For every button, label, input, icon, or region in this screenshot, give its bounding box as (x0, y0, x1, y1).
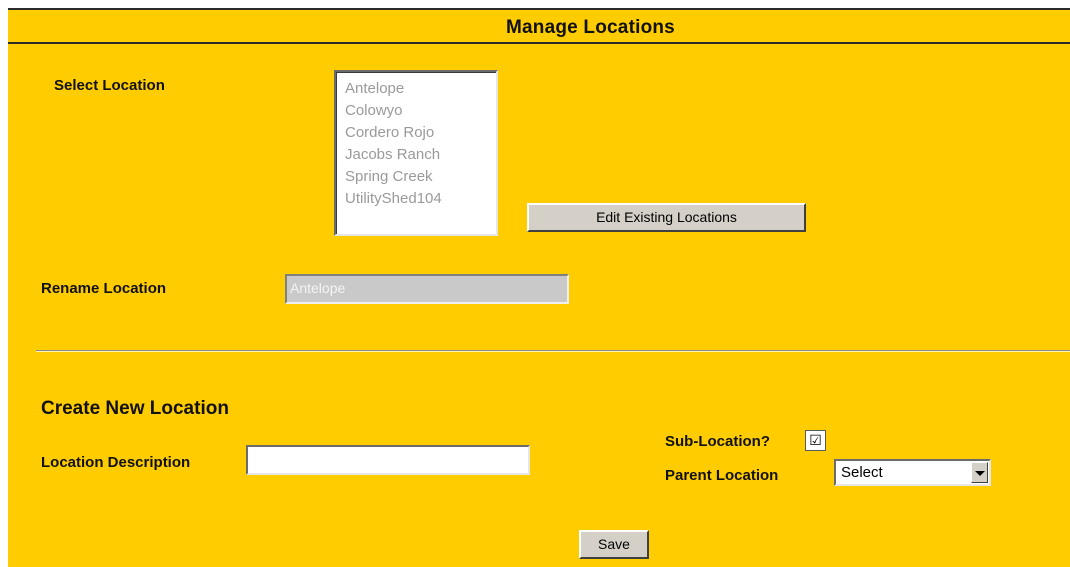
page-title: Manage Locations (506, 17, 675, 38)
list-item[interactable]: UtilityShed104 (345, 188, 496, 210)
location-listbox[interactable]: Antelope Colowyo Cordero Rojo Jacobs Ran… (334, 70, 498, 236)
select-location-label: Select Location (54, 77, 165, 94)
location-description-label: Location Description (41, 454, 191, 471)
manage-locations-panel: Manage Locations Select Location Antelop… (8, 8, 1070, 567)
location-description-input[interactable] (246, 445, 530, 475)
rename-location-input[interactable]: Antelope (285, 274, 569, 304)
list-item[interactable]: Colowyo (345, 100, 496, 122)
parent-location-select[interactable]: Select (834, 459, 991, 486)
parent-location-selected-value: Select (841, 464, 883, 481)
save-button[interactable]: Save (579, 530, 649, 559)
chevron-down-icon[interactable] (971, 462, 988, 483)
rename-location-label: Rename Location (41, 280, 167, 297)
sub-location-label: Sub-Location? (665, 433, 770, 450)
list-item[interactable]: Antelope (345, 78, 496, 100)
list-item[interactable]: Cordero Rojo (345, 122, 496, 144)
edit-existing-locations-button[interactable]: Edit Existing Locations (527, 203, 806, 232)
list-item[interactable]: Spring Creek (345, 166, 496, 188)
sub-location-checkbox[interactable]: ☑ (805, 430, 826, 451)
section-divider (36, 350, 1070, 352)
create-new-location-title: Create New Location (41, 398, 229, 419)
panel-header: Manage Locations (8, 10, 1070, 44)
parent-location-label: Parent Location (665, 467, 779, 484)
list-item[interactable]: Jacobs Ranch (345, 144, 496, 166)
